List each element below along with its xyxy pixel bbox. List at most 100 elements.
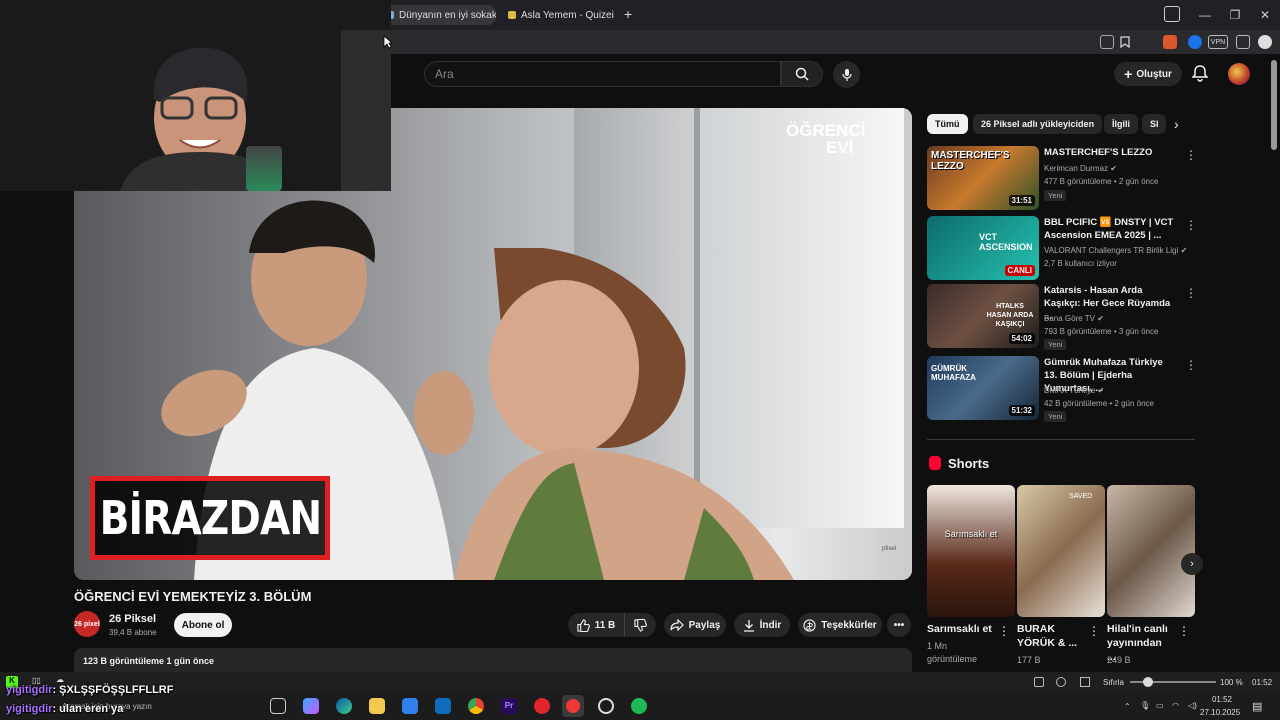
dislike-button[interactable] [624, 613, 656, 637]
channel-name[interactable]: 26 Piksel [109, 613, 156, 625]
maximize-button[interactable]: ❐ [1226, 6, 1244, 24]
file-explorer-icon[interactable] [369, 698, 385, 714]
chrome-icon[interactable] [468, 698, 484, 714]
extension-icon[interactable] [1188, 35, 1202, 49]
search-placeholder: Ara [435, 67, 454, 81]
video-thumbnail: GÜMRÜK MUHAFAZA 51:32 [927, 356, 1039, 420]
more-vertical-icon[interactable]: ⋮ [1185, 218, 1197, 232]
store-icon[interactable] [402, 698, 418, 714]
channel-name: VALORANT Challengers TR Birlik Ligi [1044, 246, 1179, 255]
channel-brand-logo: ÖĞRENCİ EVİ [786, 122, 902, 174]
notifications-icon[interactable]: ▤ [1252, 700, 1262, 713]
recommendation-item[interactable]: VCT ASCENSION CANLI BBL PCIFIC 🆚 DNSTY |… [927, 216, 1197, 282]
search-button[interactable] [781, 61, 823, 87]
layout-icon[interactable] [1080, 677, 1090, 687]
screenshot-icon[interactable] [1034, 677, 1044, 687]
task-view-icon[interactable] [270, 698, 286, 714]
recommendation-item[interactable]: MASTERCHEF'S LEZZO 31:51 MASTERCHEF'S LE… [927, 146, 1197, 212]
more-vertical-icon[interactable]: ⋮ [998, 624, 1010, 638]
thumbnail-text: VCT ASCENSION [979, 232, 1033, 252]
network-icon[interactable]: ▭ [1156, 701, 1164, 710]
zoom-level: 100 % [1220, 678, 1243, 687]
download-button[interactable]: İndir [734, 613, 790, 637]
bookmark-icon[interactable] [1118, 35, 1132, 49]
wifi-icon[interactable]: ◠ [1172, 701, 1179, 710]
create-label: Oluştur [1136, 68, 1172, 80]
vpn-button[interactable]: VPN [1208, 35, 1228, 49]
reader-mode-icon[interactable] [1100, 35, 1114, 49]
profile-icon[interactable] [1258, 35, 1272, 49]
taskbar-date: 27.10.2025 [1200, 708, 1241, 717]
shorts-icon [929, 456, 941, 470]
more-actions-button[interactable]: ••• [887, 613, 911, 637]
more-vertical-icon[interactable]: ⋮ [1185, 148, 1197, 162]
sidebar-toggle-icon[interactable] [1236, 35, 1250, 49]
video-thumbnail: VCT ASCENSION CANLI [927, 216, 1039, 280]
recommendation-meta: 42 B görüntüleme • 2 gün önce [1044, 399, 1154, 408]
thanks-button[interactable]: Teşekkürler [798, 613, 882, 637]
verified-icon: ✔ [1110, 164, 1117, 173]
tab-search-icon[interactable] [1164, 6, 1180, 22]
chip-related[interactable]: İlgili [1104, 114, 1138, 134]
verified-icon: ✔ [1097, 314, 1104, 323]
zoom-slider-handle[interactable] [1143, 677, 1153, 687]
more-vertical-icon[interactable]: ⋮ [1185, 286, 1197, 300]
create-button[interactable]: + Oluştur [1114, 62, 1182, 86]
new-tab-button[interactable]: + [624, 6, 632, 22]
vivaldi-icon[interactable] [562, 695, 584, 717]
video-person-woman [454, 248, 794, 580]
like-button[interactable]: 11 B [568, 613, 624, 637]
page-scrollbar[interactable] [1271, 60, 1277, 150]
search-input[interactable]: Ara [424, 61, 781, 87]
share-icon [670, 619, 684, 631]
recommendation-title: BBL PCIFIC 🆚 DNSTY | VCT Ascension EMEA … [1044, 217, 1174, 241]
microphone-icon[interactable]: 🎙 [1140, 701, 1150, 710]
recommendation-item[interactable]: GÜMRÜK MUHAFAZA 51:32 Gümrük Muhafaza Tü… [927, 356, 1197, 422]
bell-icon [1191, 65, 1209, 82]
zoom-reset-button[interactable]: Sıfırla [1103, 678, 1124, 687]
account-avatar[interactable] [1228, 63, 1250, 85]
premiere-icon[interactable]: Pr [501, 698, 517, 714]
recommendation-channel: Kerimcan Durmaz ✔ [1044, 163, 1194, 175]
short-item[interactable]: Sarımsaklı et [927, 485, 1015, 617]
edge-icon[interactable] [336, 698, 352, 714]
recommendation-item[interactable]: HTALKS HASAN ARDA KAŞIKÇI 54:02 Katarsis… [927, 284, 1197, 350]
short-item[interactable] [1107, 485, 1195, 617]
minimize-button[interactable]: — [1196, 6, 1214, 24]
shorts-next-button[interactable]: › [1181, 553, 1203, 575]
voice-search-button[interactable] [833, 61, 860, 88]
sync-icon[interactable] [1056, 677, 1066, 687]
description-box[interactable]: 123 B görüntüleme 1 gün önce [74, 648, 912, 672]
chevron-right-icon[interactable]: › [1174, 116, 1179, 132]
copilot-icon[interactable] [303, 698, 319, 714]
more-vertical-icon[interactable]: ⋮ [1185, 358, 1197, 372]
tab-quiz[interactable]: Asla Yemem - Quizei [500, 5, 618, 25]
opera-icon[interactable] [534, 698, 550, 714]
tab-street-food[interactable]: Dünyanın en iyi sokak yem [378, 5, 496, 25]
tray-chevron-icon[interactable]: ⌃ [1124, 702, 1131, 711]
obs-icon[interactable] [598, 698, 614, 714]
channel-avatar[interactable]: 26 pixel [74, 611, 100, 637]
webcam-desk-object [246, 146, 282, 191]
recommendation-channel: Bana Göre TV ✔ [1044, 313, 1194, 325]
chip-more[interactable]: Sl [1142, 114, 1166, 134]
cloud-icon[interactable]: ☁ [56, 675, 64, 684]
more-vertical-icon[interactable]: ⋮ [1178, 624, 1190, 638]
thanks-icon [803, 618, 816, 632]
spotify-icon[interactable] [631, 698, 647, 714]
close-window-button[interactable]: ✕ [1256, 6, 1274, 24]
volume-icon[interactable]: ◁) [1188, 701, 1197, 710]
extension-icon[interactable] [1163, 35, 1177, 49]
subscribe-button[interactable]: Abone ol [174, 613, 232, 637]
notifications-button[interactable] [1191, 64, 1210, 84]
chat-username: yigitigdir [6, 684, 53, 696]
short-item[interactable]: SAVED [1017, 485, 1105, 617]
chip-all[interactable]: Tümü [927, 114, 968, 134]
channel-name: DMAX Türkiye [1044, 386, 1096, 395]
share-button[interactable]: Paylaş [664, 613, 726, 637]
shorts-heading: Shorts [948, 456, 990, 471]
chip-from-uploader[interactable]: 26 Piksel adlı yükleyiciden [973, 114, 1103, 134]
like-count: 11 B [594, 619, 616, 631]
more-vertical-icon[interactable]: ⋮ [1088, 624, 1100, 638]
outlook-icon[interactable] [435, 698, 451, 714]
